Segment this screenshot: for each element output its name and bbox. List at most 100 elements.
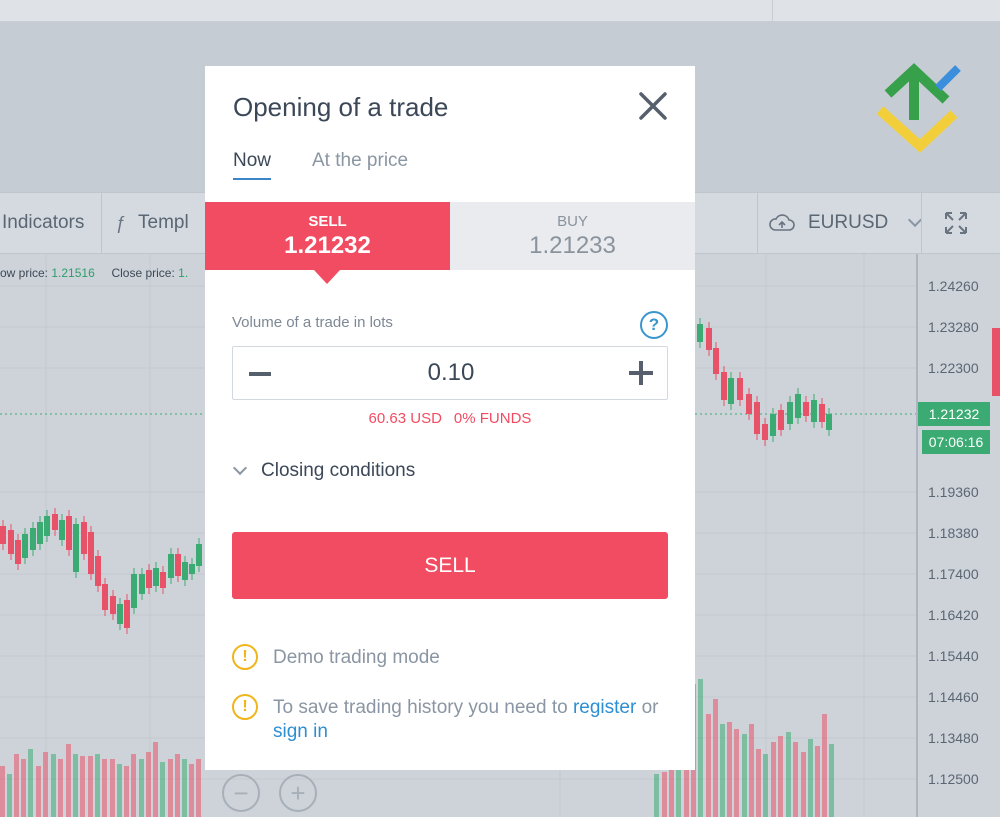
volume-bar <box>727 722 732 817</box>
help-icon[interactable]: ? <box>640 311 668 339</box>
warning-icon: ! <box>232 694 258 720</box>
tab-at-the-price[interactable]: At the price <box>312 150 408 172</box>
candle-body <box>131 574 137 608</box>
indicators-button[interactable]: Indicators <box>2 193 84 253</box>
candle-body <box>139 574 145 594</box>
volume-bar <box>749 724 754 817</box>
price-axis-label: 1.19360 <box>928 484 979 500</box>
candle-body <box>803 402 809 416</box>
candle-body <box>37 522 43 544</box>
volume-bar <box>175 754 180 817</box>
tab-now[interactable]: Now <box>233 150 272 180</box>
price-axis-label: 1.13480 <box>928 730 979 746</box>
volume-bar <box>793 742 798 817</box>
zoom-out-button[interactable]: − <box>222 774 260 812</box>
candle-body <box>81 522 87 554</box>
increase-volume-button[interactable] <box>629 361 653 385</box>
volume-bar <box>778 736 783 817</box>
register-link[interactable]: register <box>573 697 636 718</box>
volume-bar <box>654 774 659 817</box>
candle-body <box>770 414 776 436</box>
candle-body <box>754 402 760 434</box>
top-bar <box>0 0 1000 22</box>
candle-body <box>182 562 188 580</box>
candle-body <box>124 600 130 628</box>
margin-amount: 60.63 USD <box>368 410 442 427</box>
volume-bar <box>95 754 100 817</box>
candle-body <box>737 378 743 400</box>
volume-bar <box>669 766 674 817</box>
volume-bar <box>684 764 689 817</box>
volume-bar <box>808 739 813 817</box>
volume-bar <box>58 759 63 817</box>
candle-body <box>196 544 202 566</box>
sell-button[interactable]: SELL <box>232 532 668 599</box>
current-price-badge: 1.21232 <box>918 402 990 426</box>
volume-bar <box>196 759 201 817</box>
candle-body <box>160 572 166 588</box>
volume-bar <box>36 766 41 817</box>
candle-body <box>728 378 734 404</box>
volume-bar <box>146 752 151 817</box>
templates-button[interactable]: ƒ Templ <box>116 193 189 253</box>
volume-bar <box>80 756 85 817</box>
candle-body <box>88 532 94 574</box>
volume-bar <box>734 729 739 817</box>
volume-bar <box>786 732 791 817</box>
volume-bar <box>66 744 71 817</box>
buy-side-toggle[interactable]: BUY 1.21233 <box>450 202 695 270</box>
current-time-badge: 07:06:16 <box>922 430 990 454</box>
symbol-select[interactable]: EURUSD <box>768 193 923 253</box>
volume-bar <box>7 774 12 817</box>
demo-notice-text: Demo trading mode <box>273 647 440 668</box>
candle-body <box>52 514 58 530</box>
toolbar-divider <box>921 193 922 253</box>
volume-bar <box>14 754 19 817</box>
candle-body <box>59 520 65 540</box>
closing-conditions-toggle[interactable]: Closing conditions <box>232 460 416 482</box>
volume-bar <box>43 752 48 817</box>
price-axis-label: 1.12500 <box>928 771 979 787</box>
close-icon[interactable] <box>637 90 669 122</box>
margin-info: 60.63 USD 0% FUNDS <box>205 410 695 427</box>
candle-body <box>44 516 50 536</box>
candle-body <box>110 596 116 614</box>
candle-body <box>153 568 159 586</box>
zoom-in-button[interactable]: + <box>279 774 317 812</box>
scroll-marker[interactable] <box>992 328 1000 396</box>
candle-body <box>95 556 101 586</box>
candle-body <box>30 528 36 550</box>
volume-bar <box>720 724 725 817</box>
volume-label: Volume of a trade in lots <box>232 314 393 331</box>
history-notice-text: To save trading history you need to regi… <box>273 696 693 744</box>
volume-bar <box>182 759 187 817</box>
candle-body <box>721 372 727 400</box>
chevron-down-icon <box>232 460 248 476</box>
sell-price: 1.21232 <box>284 232 371 259</box>
decrease-volume-button[interactable] <box>249 372 271 376</box>
price-axis-label: 1.16420 <box>928 607 979 623</box>
closing-conditions-label: Closing conditions <box>261 460 416 481</box>
candle-body <box>146 570 152 588</box>
toolbar-divider <box>101 193 102 253</box>
sell-side-toggle[interactable]: SELL 1.21232 <box>205 202 450 270</box>
history-notice-or: or <box>641 697 659 718</box>
fullscreen-button[interactable] <box>944 193 968 253</box>
dialog-title: Opening of a trade <box>233 92 449 122</box>
volume-input[interactable]: 0.10 <box>233 347 669 399</box>
volume-stepper: 0.10 <box>232 346 668 400</box>
price-axis-label: 1.23280 <box>928 319 979 335</box>
volume-bar <box>771 742 776 817</box>
close-price-value: 1. <box>178 266 189 280</box>
low-price-value: 1.21516 <box>51 266 95 280</box>
volume-bar <box>662 772 667 817</box>
sign-in-link[interactable]: sign in <box>273 721 328 742</box>
candle-body <box>778 410 784 430</box>
low-price-label: ow price: <box>0 266 49 280</box>
top-bar-divider <box>772 0 773 22</box>
volume-bar <box>139 759 144 817</box>
volume-bar <box>117 764 122 817</box>
candle-body <box>697 324 703 342</box>
candle-body <box>175 554 181 576</box>
candle-body <box>706 328 712 350</box>
